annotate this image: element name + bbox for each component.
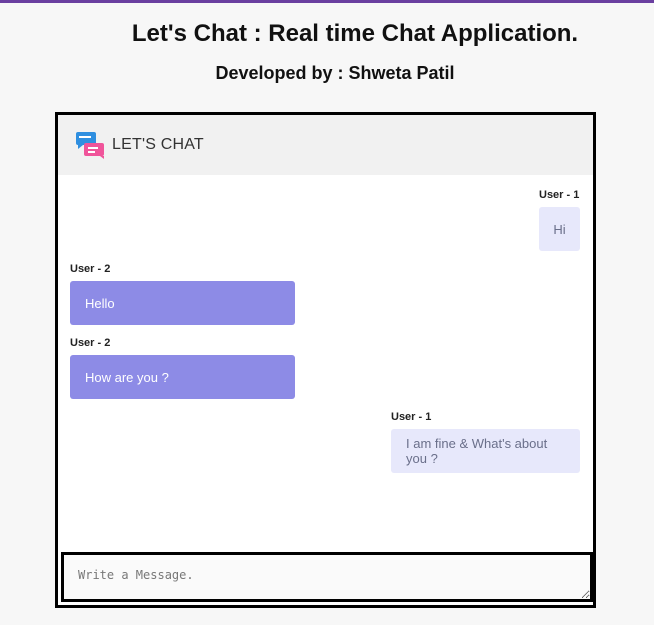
- message-item: User - 2 Hello: [70, 263, 295, 325]
- chat-bubbles-icon: [76, 132, 104, 159]
- message-bubble: How are you ?: [70, 355, 295, 399]
- message-bubble: I am fine & What's about you ?: [391, 429, 580, 473]
- message-sender: User - 2: [70, 263, 111, 275]
- page-title: Let's Chat : Real time Chat Application.: [131, 20, 579, 47]
- chat-window: LET'S CHAT User - 1 Hi User - 2 Hello Us…: [55, 112, 596, 608]
- message-input[interactable]: [64, 555, 590, 599]
- message-sender: User - 2: [70, 337, 111, 349]
- page-subtitle: Developed by : Shweta Patil: [215, 63, 455, 83]
- message-list: User - 1 Hi User - 2 Hello User - 2 How …: [58, 175, 593, 552]
- message-item: User - 2 How are you ?: [70, 337, 295, 399]
- message-bubble: Hello: [70, 281, 295, 325]
- message-item: User - 1 I am fine & What's about you ?: [391, 411, 580, 473]
- message-sender: User - 1: [539, 189, 580, 201]
- message-input-area: [61, 552, 593, 602]
- chat-header-title: LET'S CHAT: [112, 136, 204, 153]
- message-sender: User - 1: [391, 411, 432, 423]
- top-accent-bar: [0, 0, 654, 3]
- message-item: User - 1 Hi: [539, 189, 580, 251]
- chat-header: LET'S CHAT: [58, 115, 593, 175]
- message-bubble: Hi: [539, 207, 580, 251]
